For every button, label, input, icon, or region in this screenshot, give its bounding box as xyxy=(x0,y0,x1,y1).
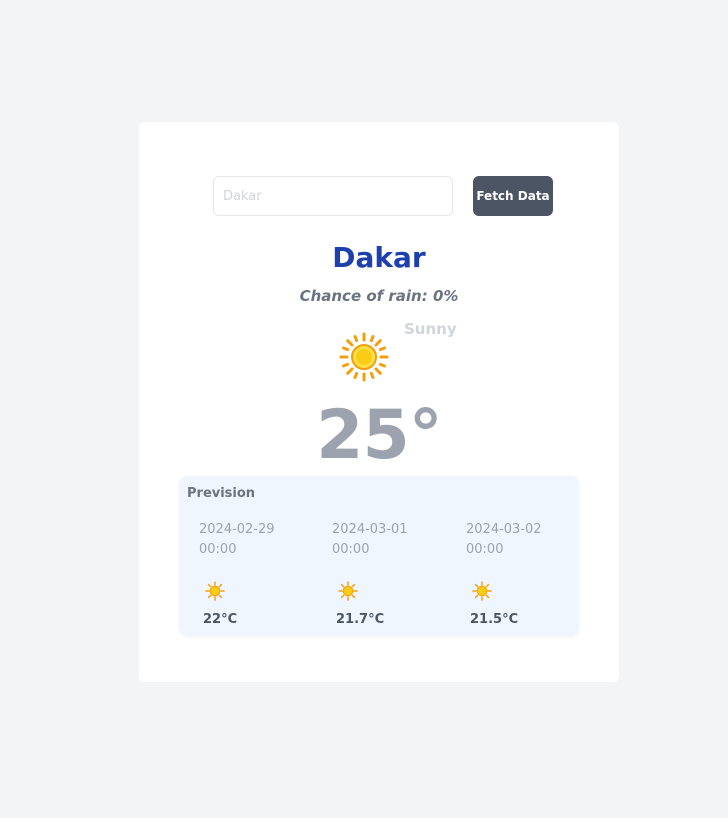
forecast-date: 2024-03-02 00:00 xyxy=(466,522,542,557)
forecast-day: 2024-03-02 00:00 21.5°C xyxy=(446,520,566,630)
weather-card: Fetch Data Dakar Chance of rain: 0% xyxy=(139,122,619,682)
forecast-temp: 21.5°C xyxy=(470,612,519,627)
sun-icon xyxy=(338,581,358,601)
forecast-temp: 21.7°C xyxy=(336,612,385,627)
forecast-date: 2024-03-01 00:00 xyxy=(332,522,408,557)
sun-icon xyxy=(339,332,389,382)
forecast-day: 2024-03-01 00:00 21.7°C xyxy=(312,520,432,630)
city-name: Dakar xyxy=(332,241,426,274)
forecast-temp: 22°C xyxy=(203,612,238,627)
forecast-title: Prevision xyxy=(187,486,256,501)
forecast-date: 2024-02-29 00:00 xyxy=(199,522,275,557)
rain-chance: Chance of rain: 0% xyxy=(299,287,459,305)
condition-label: Sunny xyxy=(404,320,457,338)
search-row: Fetch Data xyxy=(213,176,553,216)
sun-icon xyxy=(205,581,225,601)
forecast-panel: Prevision 2024-02-29 00:00 22°C 2024-03-… xyxy=(179,476,579,636)
forecast-day: 2024-02-29 00:00 22°C xyxy=(179,520,299,630)
fetch-data-button[interactable]: Fetch Data xyxy=(473,176,553,216)
sun-icon xyxy=(472,581,492,601)
current-temperature: 25° xyxy=(316,396,443,475)
city-input[interactable] xyxy=(213,176,453,216)
